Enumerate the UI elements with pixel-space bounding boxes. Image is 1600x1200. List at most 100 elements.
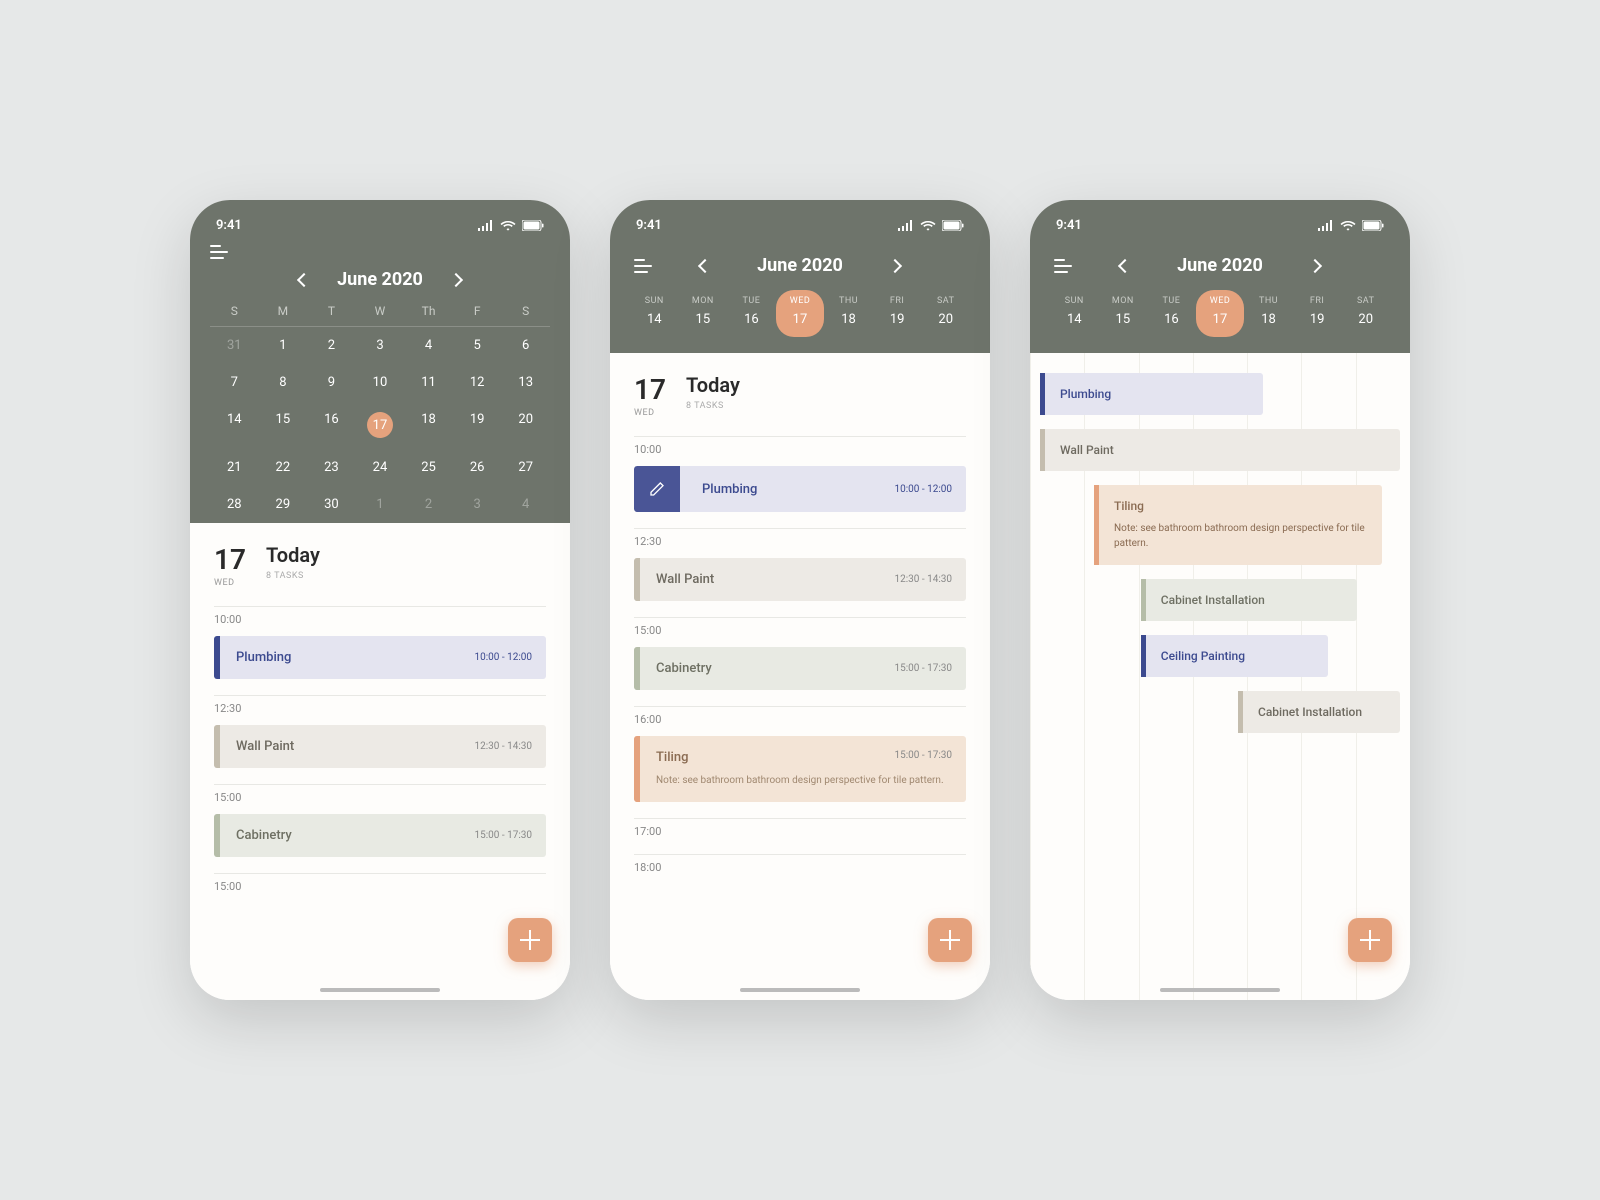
month-day-cell[interactable]: 5 (453, 327, 502, 364)
week-day[interactable]: FRI 19 (873, 296, 922, 337)
week-day[interactable]: TUE 16 (1147, 296, 1196, 337)
gantt-task-name: Cabinet Installation (1161, 593, 1343, 607)
month-day-cell[interactable]: 1 (259, 327, 308, 364)
month-day-cell[interactable]: 30 (307, 486, 356, 523)
month-day-cell[interactable]: 18 (404, 401, 453, 449)
gantt-block[interactable]: Plumbing (1040, 373, 1263, 415)
month-day-cell[interactable]: 8 (259, 364, 308, 401)
week-day[interactable]: THU 18 (1244, 296, 1293, 337)
next-month-button[interactable] (1308, 258, 1322, 272)
task-card[interactable]: Tiling 15:00 - 17:30 Note: see bathroom … (634, 736, 966, 802)
gantt-task-name: Wall Paint (1060, 443, 1386, 457)
task-card[interactable]: Cabinetry 15:00 - 17:30 (634, 647, 966, 690)
week-dow-label: THU (1259, 296, 1278, 306)
month-title: June 2020 (757, 255, 843, 276)
prev-month-button[interactable] (297, 272, 311, 286)
month-day-cell[interactable]: 10 (356, 364, 405, 401)
menu-icon[interactable] (634, 259, 652, 273)
next-month-button[interactable] (888, 258, 902, 272)
home-indicator[interactable] (1160, 988, 1280, 992)
month-day-cell[interactable]: 3 (453, 486, 502, 523)
month-day-cell[interactable]: 11 (404, 364, 453, 401)
week-day[interactable]: SUN 14 (630, 296, 679, 337)
edit-icon[interactable] (634, 466, 680, 512)
task-card[interactable]: Plumbing 10:00 - 12:00 (214, 636, 546, 679)
week-day[interactable]: SAT 20 (1341, 296, 1390, 337)
time-label: 15:00 (634, 624, 966, 637)
month-day-cell[interactable]: 17 (356, 401, 405, 449)
month-grid: 3112345678910111213141516171819202122232… (210, 327, 550, 523)
task-card[interactable]: Wall Paint 12:30 - 14:30 (634, 558, 966, 601)
month-day-cell[interactable]: 1 (356, 486, 405, 523)
home-indicator[interactable] (740, 988, 860, 992)
month-day-cell[interactable]: 6 (501, 327, 550, 364)
week-day[interactable]: MON 15 (679, 296, 728, 337)
month-day-cell[interactable]: 22 (259, 449, 308, 486)
week-day[interactable]: SUN 14 (1050, 296, 1099, 337)
month-day-cell[interactable]: 13 (501, 364, 550, 401)
gantt-block[interactable]: Cabinet Installation (1238, 691, 1400, 733)
week-daynum: 14 (1067, 312, 1082, 327)
month-day-cell[interactable]: 15 (259, 401, 308, 449)
week-day[interactable]: SAT 20 (921, 296, 970, 337)
prev-month-button[interactable] (697, 258, 711, 272)
today-dow: WED (214, 578, 246, 588)
task-name: Cabinetry (656, 661, 712, 676)
prev-month-button[interactable] (1117, 258, 1131, 272)
month-day-cell[interactable]: 27 (501, 449, 550, 486)
month-day-cell[interactable]: 2 (307, 327, 356, 364)
week-day[interactable]: WED 17 (1196, 290, 1245, 337)
week-day[interactable]: MON 15 (1099, 296, 1148, 337)
time-label: 12:30 (214, 702, 546, 715)
task-card[interactable]: Wall Paint 12:30 - 14:30 (214, 725, 546, 768)
gantt-block[interactable]: Cabinet Installation (1141, 579, 1357, 621)
week-day[interactable]: THU 18 (824, 296, 873, 337)
gantt-block[interactable]: Wall Paint (1040, 429, 1400, 471)
week-daynum: 17 (793, 312, 808, 327)
month-day-cell[interactable]: 14 (210, 401, 259, 449)
week-day[interactable]: WED 17 (776, 290, 825, 337)
week-day[interactable]: FRI 19 (1293, 296, 1342, 337)
month-day-cell[interactable]: 19 (453, 401, 502, 449)
month-day-cell[interactable]: 4 (501, 486, 550, 523)
month-day-cell[interactable]: 25 (404, 449, 453, 486)
menu-icon[interactable] (1054, 259, 1072, 273)
month-day-cell[interactable]: 16 (307, 401, 356, 449)
add-task-button[interactable] (928, 918, 972, 962)
month-day-cell[interactable]: 29 (259, 486, 308, 523)
month-day-cell[interactable]: 28 (210, 486, 259, 523)
week-day[interactable]: TUE 16 (727, 296, 776, 337)
month-day-cell[interactable]: 31 (210, 327, 259, 364)
add-task-button[interactable] (1348, 918, 1392, 962)
timeline: 10:00 Plumbing 10:00 - 12:00 12:30 Wall … (190, 606, 570, 913)
month-day-cell[interactable]: 23 (307, 449, 356, 486)
month-day-cell[interactable]: 4 (404, 327, 453, 364)
week-strip: SUN 14 MON 15 TUE 16 WED 17 THU 18 FRI 1… (1050, 290, 1390, 353)
gantt-block[interactable]: Ceiling Painting (1141, 635, 1328, 677)
time-slot: 12:30 Wall Paint 12:30 - 14:30 (634, 528, 966, 601)
month-day-cell[interactable]: 2 (404, 486, 453, 523)
status-time: 9:41 (1056, 218, 1082, 233)
month-day-cell[interactable]: 21 (210, 449, 259, 486)
task-card[interactable]: Cabinetry 15:00 - 17:30 (214, 814, 546, 857)
week-dow-label: FRI (890, 296, 904, 306)
task-card[interactable]: Plumbing 10:00 - 12:00 (634, 466, 966, 512)
home-indicator[interactable] (320, 988, 440, 992)
month-day-cell[interactable]: 20 (501, 401, 550, 449)
status-bar: 9:41 (630, 218, 970, 245)
month-day-cell[interactable]: 24 (356, 449, 405, 486)
month-day-cell[interactable]: 7 (210, 364, 259, 401)
menu-icon[interactable] (210, 245, 228, 259)
week-dow-label: THU (839, 296, 858, 306)
week-dow-label: SUN (645, 296, 664, 306)
task-time-range: 12:30 - 14:30 (474, 741, 532, 752)
month-day-cell[interactable]: 12 (453, 364, 502, 401)
weekday-label: S (210, 304, 259, 318)
month-day-cell[interactable]: 3 (356, 327, 405, 364)
next-month-button[interactable] (449, 272, 463, 286)
task-time-range: 10:00 - 12:00 (474, 652, 532, 663)
month-day-cell[interactable]: 26 (453, 449, 502, 486)
month-day-cell[interactable]: 9 (307, 364, 356, 401)
gantt-block[interactable]: Tiling Note: see bathroom bathroom desig… (1094, 485, 1382, 565)
add-task-button[interactable] (508, 918, 552, 962)
